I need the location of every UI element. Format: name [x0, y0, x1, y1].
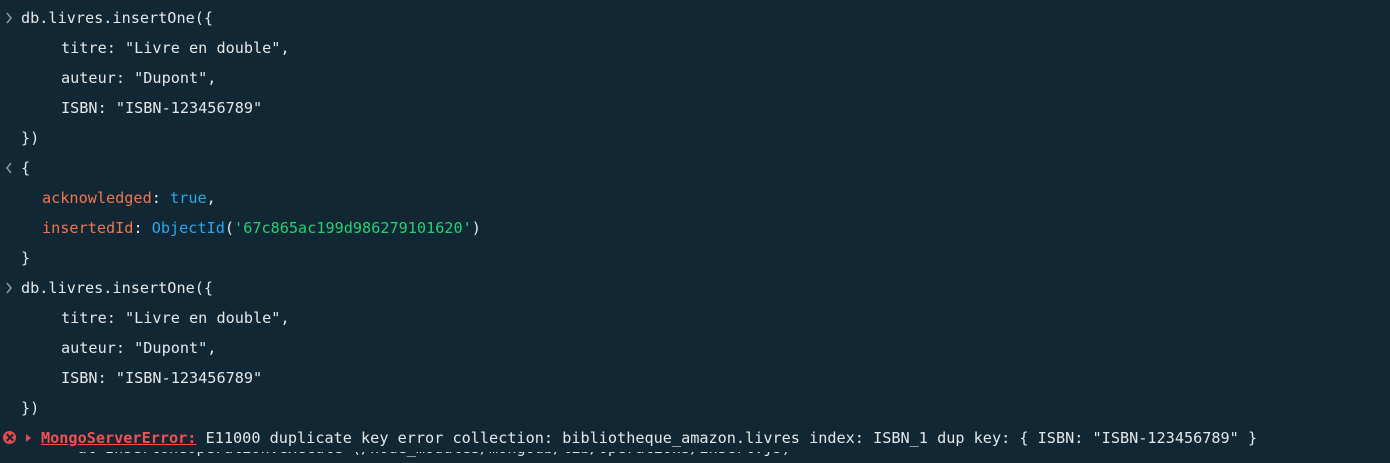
objectid-function: ObjectId — [151, 219, 225, 237]
chevron-left-icon — [6, 162, 12, 174]
code-text: auteur: "Dupont", — [61, 69, 217, 87]
input-line: }) — [0, 123, 1390, 153]
output-field-acknowledged: acknowledged: true, — [42, 183, 216, 213]
input-line: ISBN: "ISBN-123456789" — [0, 363, 1390, 393]
input-line: }) — [0, 393, 1390, 423]
field-separator: : — [133, 219, 152, 237]
input-line: titre: "Livre en double", — [0, 303, 1390, 333]
input-line: auteur: "Dupont", — [0, 333, 1390, 363]
input-line: titre: "Livre en double", — [0, 33, 1390, 63]
code-text: db.livres.insertOne({ — [21, 279, 214, 297]
code-text: ISBN: "ISBN-123456789" — [61, 369, 263, 387]
field-separator: : — [151, 189, 171, 207]
chevron-right-icon — [6, 282, 12, 294]
objectid-value: '67c865ac199d986279101620' — [234, 219, 472, 237]
paren-open: ( — [224, 219, 235, 237]
code-text: titre: "Livre en double", — [61, 39, 290, 57]
input-line: db.livres.insertOne({ — [0, 273, 1390, 303]
caret-right-icon[interactable] — [26, 434, 31, 442]
code-text: { — [21, 159, 31, 177]
field-value: true — [170, 189, 207, 207]
chevron-right-icon — [6, 12, 12, 24]
stack-trace-line: at InsertOneOperation.execute (/node_mod… — [41, 452, 791, 463]
error-circle-icon — [3, 431, 16, 444]
output-line: } — [0, 243, 1390, 273]
field-key: acknowledged — [42, 189, 152, 207]
output-field-inserted-id: insertedId: ObjectId('67c865ac199d986279… — [42, 213, 481, 243]
error-message: E11000 duplicate key error collection: b… — [196, 429, 1258, 447]
output-line: insertedId: ObjectId('67c865ac199d986279… — [0, 213, 1390, 243]
error-text: MongoServerError: E11000 duplicate key e… — [41, 423, 1257, 453]
code-text: }) — [21, 399, 40, 417]
code-text: ISBN: "ISBN-123456789" — [61, 99, 263, 117]
input-line: db.livres.insertOne({ — [0, 3, 1390, 33]
output-line: { — [0, 153, 1390, 183]
stack-trace-partial: at InsertOneOperation.execute (/node_mod… — [0, 452, 1390, 463]
field-comma: , — [206, 189, 216, 207]
error-line[interactable]: MongoServerError: E11000 duplicate key e… — [0, 423, 1390, 453]
code-text: titre: "Livre en double", — [61, 309, 290, 327]
output-line: acknowledged: true, — [0, 183, 1390, 213]
code-text: auteur: "Dupont", — [61, 339, 217, 357]
field-key: insertedId — [42, 219, 134, 237]
error-name[interactable]: MongoServerError: — [41, 429, 196, 447]
code-text: db.livres.insertOne({ — [21, 9, 214, 27]
input-line: auteur: "Dupont", — [0, 63, 1390, 93]
code-text: } — [21, 249, 31, 267]
paren-close: ) — [471, 219, 481, 237]
code-text: }) — [21, 129, 40, 147]
input-line: ISBN: "ISBN-123456789" — [0, 93, 1390, 123]
